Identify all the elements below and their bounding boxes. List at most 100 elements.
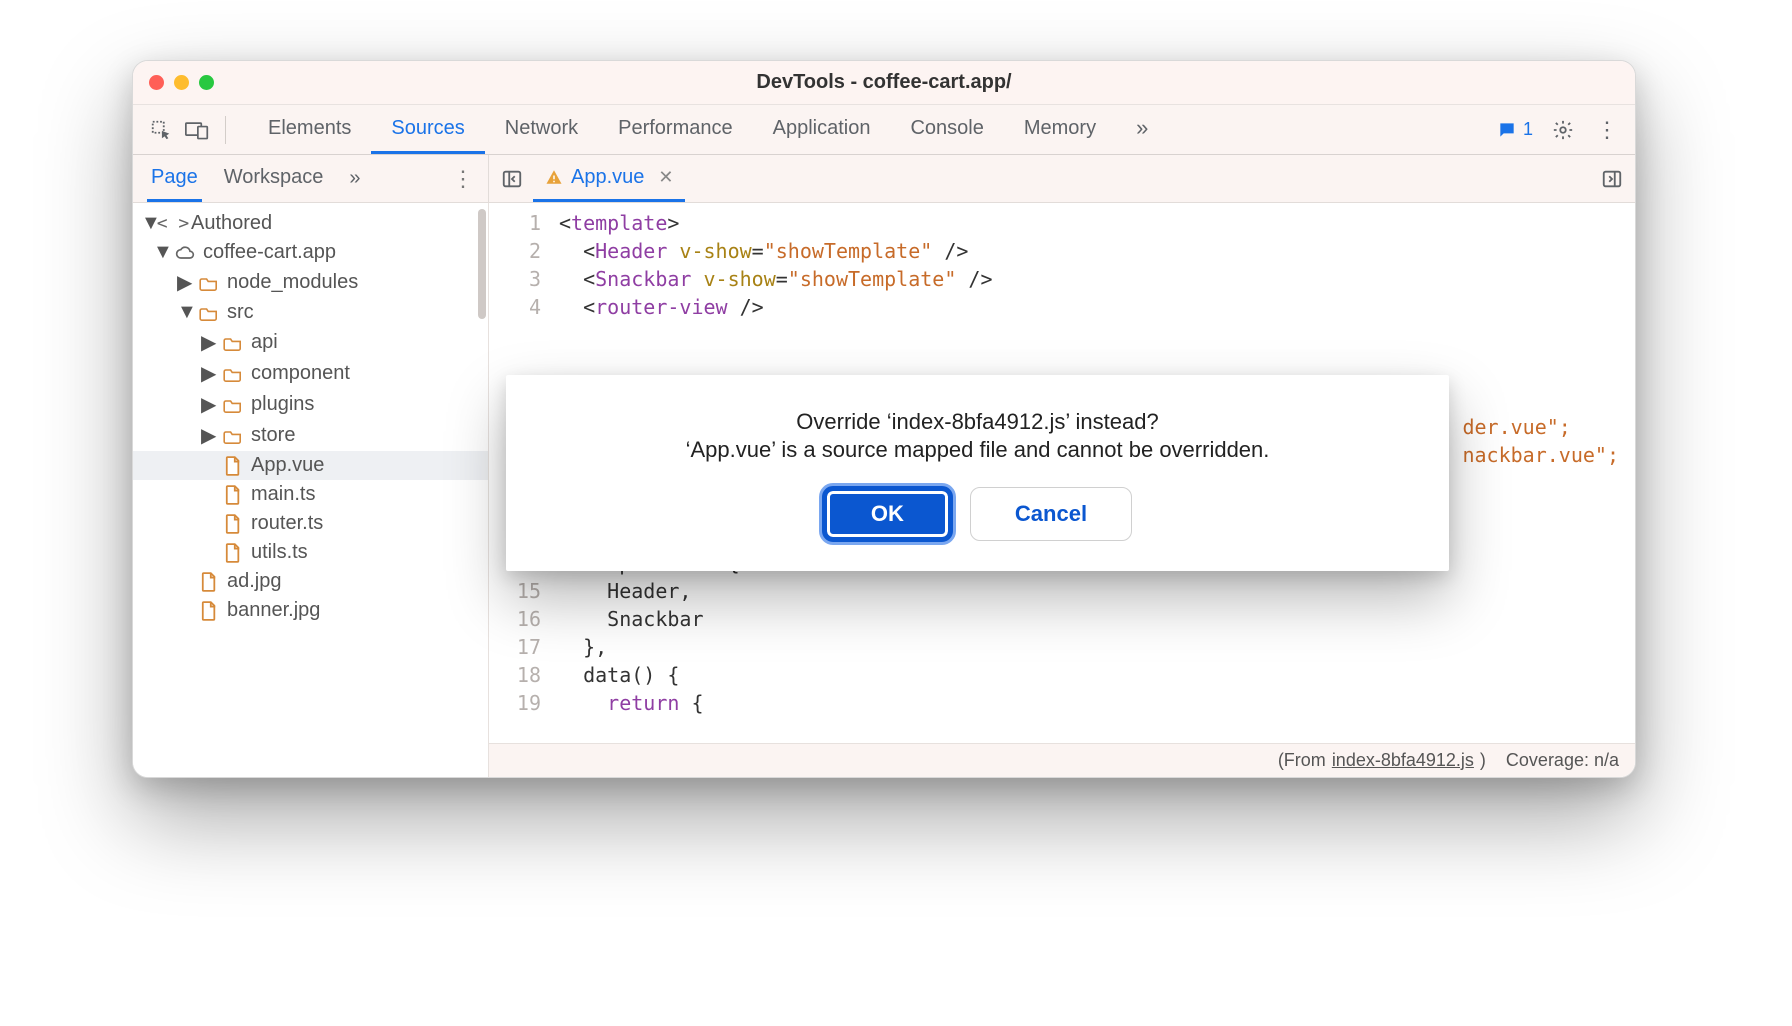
tree-label: plugins (251, 393, 314, 416)
device-toolbar-icon[interactable] (183, 116, 211, 144)
override-dialog: Override ‘index-8bfa4912.js’ instead? ‘A… (506, 375, 1449, 571)
minimize-icon[interactable] (174, 75, 189, 90)
file-icon (223, 456, 243, 476)
tree-file-banner-jpg[interactable]: banner.jpg (133, 596, 488, 625)
code-line[interactable]: 16 Snackbar (489, 605, 1635, 633)
tree-site[interactable]: ▼ coffee-cart.app (133, 238, 488, 267)
ok-button[interactable]: OK (823, 487, 952, 541)
tree-label: ad.jpg (227, 570, 282, 593)
file-navigator[interactable]: ▼ < > Authored ▼ coffee-cart.app ▶ node_… (133, 203, 489, 777)
tab-elements[interactable]: Elements (248, 105, 371, 154)
navigator-overflow-icon[interactable]: » (345, 155, 364, 202)
toggle-debugger-icon[interactable] (1599, 166, 1625, 192)
scrollbar-thumb[interactable] (478, 209, 486, 319)
source-from-link[interactable]: index-8bfa4912.js (1332, 750, 1474, 771)
tab-network[interactable]: Network (485, 105, 598, 154)
tree-label: node_modules (227, 271, 358, 294)
cancel-button[interactable]: Cancel (970, 487, 1132, 541)
tree-label: coffee-cart.app (203, 241, 336, 264)
sources-toolbar: Page Workspace » ⋮ App.vue ✕ (133, 155, 1635, 203)
navigator-tab-page[interactable]: Page (147, 155, 202, 202)
tree-label: router.ts (251, 512, 323, 535)
tree-authored[interactable]: ▼ < > Authored (133, 209, 488, 238)
file-icon (223, 485, 243, 505)
close-tab-icon[interactable]: ✕ (658, 167, 673, 188)
issues-button[interactable]: 1 (1497, 119, 1533, 140)
file-tab-label: App.vue (571, 166, 644, 189)
folder-icon (199, 273, 219, 293)
devtools-window: DevTools - coffee-cart.app/ Elements Sou… (132, 60, 1636, 778)
more-icon[interactable]: ⋮ (1593, 116, 1621, 144)
tab-memory[interactable]: Memory (1004, 105, 1116, 154)
code-line[interactable]: 18 data() { (489, 661, 1635, 689)
tree-label: store (251, 424, 295, 447)
tab-application[interactable]: Application (753, 105, 891, 154)
panel-tabs: Elements Sources Network Performance App… (248, 105, 1168, 154)
cloud-icon (175, 243, 195, 263)
brackets-icon: < > (163, 214, 183, 234)
folder-icon (223, 364, 243, 384)
source-from-prefix: (From (1278, 750, 1326, 771)
tree-label: banner.jpg (227, 599, 320, 622)
tree-label: main.ts (251, 483, 315, 506)
dialog-line-2: ‘App.vue’ is a source mapped file and ca… (534, 437, 1421, 463)
code-line[interactable]: 4 <router-view /> (489, 293, 1635, 321)
file-icon (199, 572, 219, 592)
tree-folder-store[interactable]: ▶store (133, 420, 488, 451)
navigator-tab-workspace[interactable]: Workspace (220, 155, 328, 202)
code-line[interactable]: 19 return { (489, 689, 1635, 717)
tree-label: Authored (191, 212, 272, 235)
tree-folder-src[interactable]: ▼ src (133, 298, 488, 327)
tree-label: component (251, 362, 350, 385)
tab-performance[interactable]: Performance (598, 105, 753, 154)
tree-file-utils-ts[interactable]: utils.ts (133, 538, 488, 567)
tree-file-router-ts[interactable]: router.ts (133, 509, 488, 538)
file-icon (223, 514, 243, 534)
code-line[interactable]: 15 Header, (489, 577, 1635, 605)
code-line[interactable]: 2 <Header v-show="showTemplate" /> (489, 237, 1635, 265)
traffic-lights (149, 75, 214, 90)
code-line[interactable]: 3 <Snackbar v-show="showTemplate" /> (489, 265, 1635, 293)
settings-icon[interactable] (1549, 116, 1577, 144)
navigator-more-icon[interactable]: ⋮ (452, 166, 474, 192)
zoom-icon[interactable] (199, 75, 214, 90)
file-icon (199, 601, 219, 621)
tree-folder-plugins[interactable]: ▶plugins (133, 389, 488, 420)
toggle-navigator-icon[interactable] (499, 166, 525, 192)
tree-label: App.vue (251, 454, 324, 477)
folder-icon (223, 426, 243, 446)
editor-statusbar: (From index-8bfa4912.js ) Coverage: n/a (489, 743, 1635, 777)
tab-console[interactable]: Console (890, 105, 1003, 154)
tree-folder-node-modules[interactable]: ▶ node_modules (133, 267, 488, 298)
tree-file-ad-jpg[interactable]: ad.jpg (133, 567, 488, 596)
window-title: DevTools - coffee-cart.app/ (133, 71, 1635, 94)
dialog-line-1: Override ‘index-8bfa4912.js’ instead? (534, 409, 1421, 435)
close-icon[interactable] (149, 75, 164, 90)
file-icon (223, 543, 243, 563)
titlebar: DevTools - coffee-cart.app/ (133, 61, 1635, 105)
main-toolbar: Elements Sources Network Performance App… (133, 105, 1635, 155)
code-line[interactable]: 17 }, (489, 633, 1635, 661)
file-tab-app-vue[interactable]: App.vue ✕ (533, 155, 685, 202)
source-from-suffix: ) (1480, 750, 1486, 771)
tree-folder-component[interactable]: ▶component (133, 358, 488, 389)
warning-icon (545, 168, 563, 186)
editor-header: App.vue ✕ (489, 155, 1635, 202)
inspect-element-icon[interactable] (147, 116, 175, 144)
issues-icon (1497, 120, 1517, 140)
folder-icon (223, 395, 243, 415)
tree-folder-api[interactable]: ▶api (133, 327, 488, 358)
tree-label: utils.ts (251, 541, 308, 564)
navigator-header: Page Workspace » ⋮ (133, 155, 489, 202)
code-peek-right: der.vue";nackbar.vue"; (1462, 413, 1619, 469)
tree-file-app-vue[interactable]: App.vue (133, 451, 488, 480)
tree-file-main-ts[interactable]: main.ts (133, 480, 488, 509)
issues-count: 1 (1523, 119, 1533, 140)
tree-label: src (227, 301, 254, 324)
code-line[interactable]: 1<template> (489, 209, 1635, 237)
coverage-status: Coverage: n/a (1506, 750, 1619, 771)
tabs-overflow-icon[interactable]: » (1116, 105, 1168, 154)
tab-sources[interactable]: Sources (371, 105, 484, 154)
tree-label: api (251, 331, 278, 354)
folder-icon (199, 303, 219, 323)
